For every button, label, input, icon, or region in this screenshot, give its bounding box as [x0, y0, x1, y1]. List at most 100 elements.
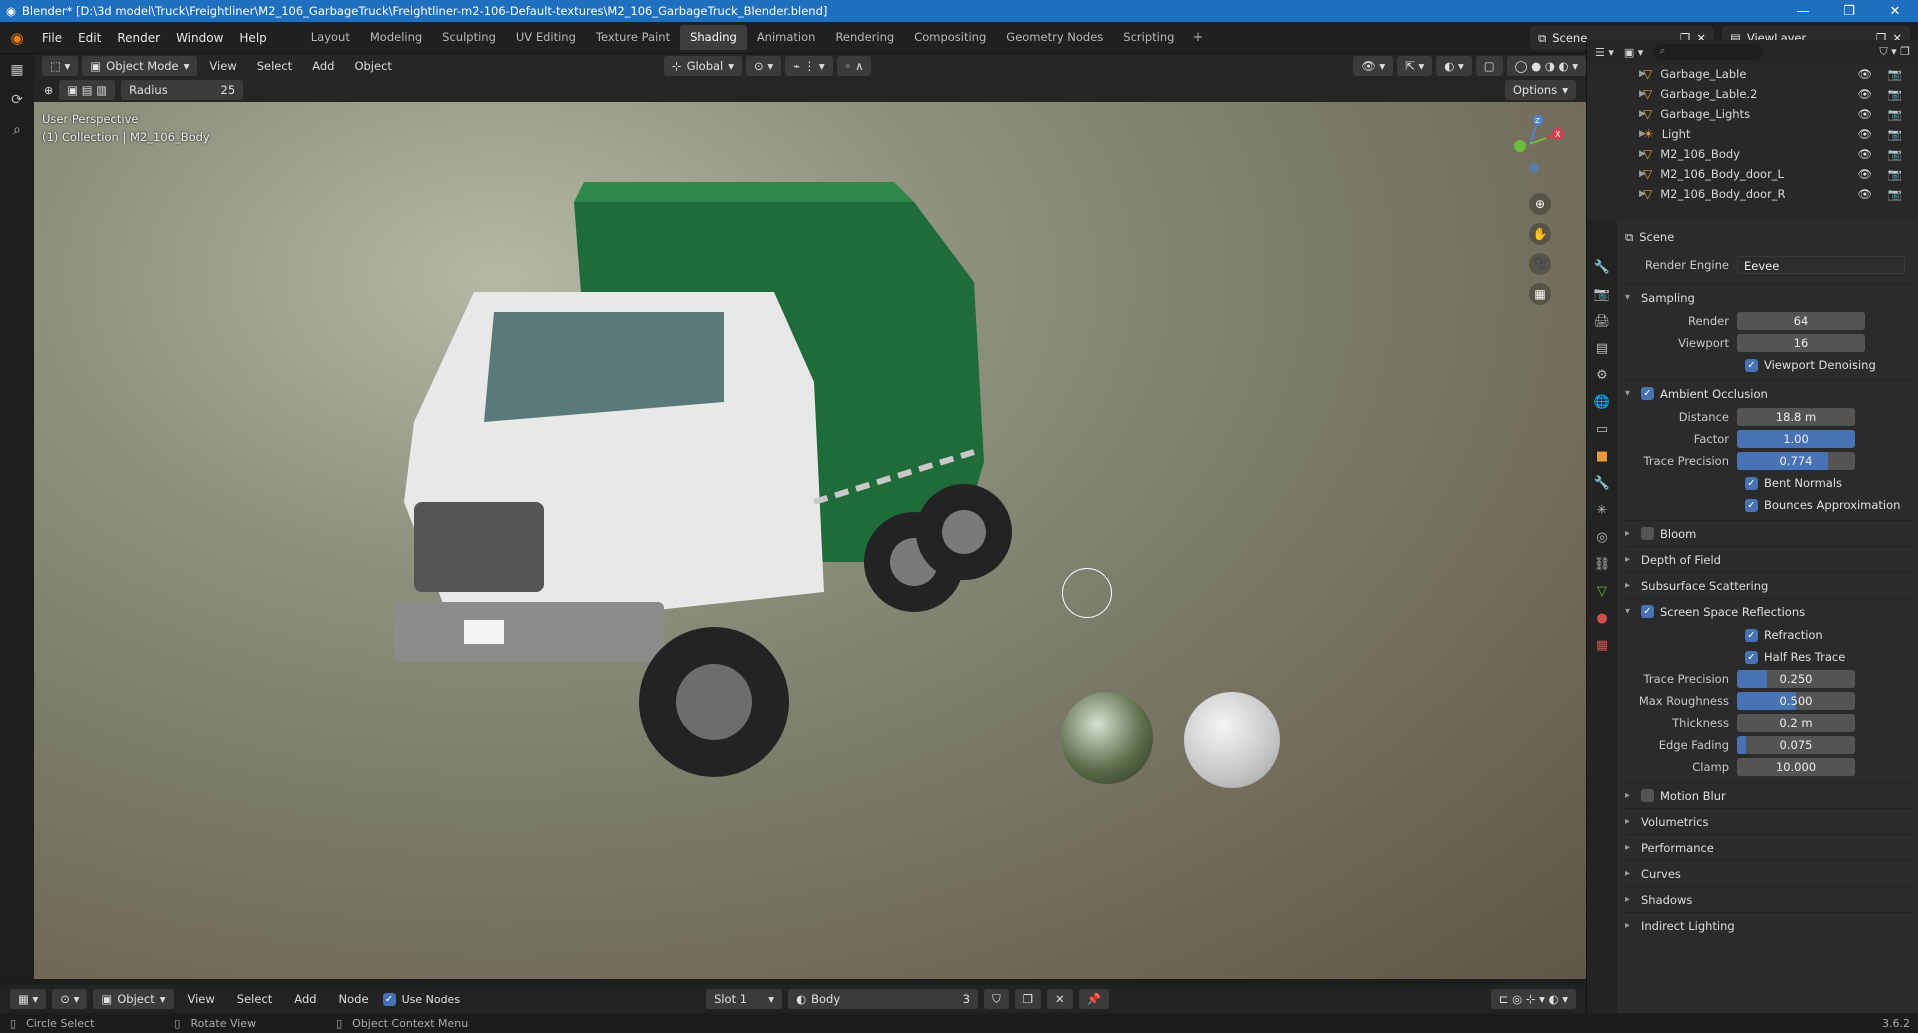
camera-view-icon[interactable]: 🎥 [1529, 253, 1551, 275]
visibility-icons[interactable]: 👁 📷 [1857, 67, 1908, 81]
menu-window[interactable]: Window [168, 31, 231, 45]
visibility-icons[interactable]: 👁 📷 [1857, 147, 1908, 161]
world-tab-icon[interactable]: 🌐 [1594, 395, 1610, 410]
slot-dropdown[interactable]: Slot 1 ▾ [706, 989, 783, 1009]
performance-panel-header[interactable]: ▸ Performance [1625, 834, 1915, 860]
filter-icon[interactable]: ⛉ ▾ ❐ [1879, 45, 1910, 59]
tab-animation[interactable]: Animation [747, 25, 826, 50]
tab-shading[interactable]: Shading [680, 25, 747, 50]
shading-modes[interactable]: ◯ ● ◑ ◐ ▾ [1506, 56, 1586, 76]
mode-dropdown[interactable]: ▣ Object Mode ▾ [82, 56, 198, 76]
tab-layout[interactable]: Layout [301, 25, 360, 50]
view-tool-icon[interactable]: ⟳ [11, 92, 23, 108]
tab-sculpting[interactable]: Sculpting [432, 25, 506, 50]
ssr-panel-header[interactable]: ▾ ✓ Screen Space Reflections [1625, 598, 1915, 624]
outliner-item[interactable]: ▶ ▽ Garbage_Lable 👁 📷 [1587, 64, 1918, 84]
ao-trace-slider[interactable]: 0.774 [1737, 452, 1855, 470]
menu-view[interactable]: View [201, 59, 244, 73]
shader-type-dropdown[interactable]: ⊙ ▾ [52, 989, 88, 1009]
sampling-viewport-field[interactable]: 16 [1737, 334, 1865, 352]
node-menu-select[interactable]: Select [229, 992, 280, 1006]
minimize-icon[interactable]: — [1780, 4, 1826, 19]
maximize-icon[interactable]: ❐ [1826, 4, 1872, 19]
physics-tab-icon[interactable]: ◎ [1596, 530, 1607, 545]
snap-toggle[interactable]: ⌁ ⋮ ▾ [785, 56, 833, 76]
tab-rendering[interactable]: Rendering [825, 25, 904, 50]
bounces-checkbox[interactable]: ✓ Bounces Approximation [1745, 498, 1900, 512]
curves-panel-header[interactable]: ▸ Curves [1625, 860, 1915, 886]
selection-mode-buttons[interactable]: ▣ ▤ ▥ [59, 80, 116, 100]
ortho-grid-icon[interactable]: ▦ [1529, 283, 1551, 305]
pin-icon[interactable]: 📌 [1078, 989, 1109, 1009]
shadows-panel-header[interactable]: ▸ Shadows [1625, 886, 1915, 912]
add-workspace-icon[interactable]: + [1184, 25, 1211, 50]
outliner-editor-icon[interactable]: ☰ ▾ [1595, 46, 1614, 59]
view-layer-tab-icon[interactable]: ▤ [1596, 341, 1608, 356]
overlay-toggle[interactable]: ◐ ▾ [1436, 56, 1472, 76]
zoom-icon[interactable]: ⊕ [1529, 193, 1551, 215]
display-mode-icon[interactable]: ▣ ▾ [1624, 46, 1643, 59]
visibility-dropdown[interactable]: 👁 ▾ [1353, 56, 1394, 76]
menu-edit[interactable]: Edit [70, 31, 109, 45]
shader-editor-type-button[interactable]: ▦ ▾ [10, 989, 47, 1009]
render-engine-dropdown[interactable]: Eevee [1737, 256, 1905, 274]
visibility-icons[interactable]: 👁 📷 [1857, 107, 1908, 121]
ao-panel-header[interactable]: ▾ ✓ Ambient Occlusion [1625, 380, 1915, 406]
half-res-checkbox[interactable]: ✓ Half Res Trace [1745, 650, 1845, 664]
indirect-lighting-panel-header[interactable]: ▸ Indirect Lighting [1625, 912, 1915, 938]
visibility-icons[interactable]: 👁 📷 [1857, 167, 1908, 181]
ao-distance-field[interactable]: 18.8 m [1737, 408, 1855, 426]
close-icon[interactable]: ✕ [1872, 4, 1918, 19]
tab-geometry-nodes[interactable]: Geometry Nodes [996, 25, 1113, 50]
viewport-denoising-checkbox[interactable]: ✓ Viewport Denoising [1745, 358, 1876, 372]
pivot-dropdown[interactable]: ⊙ ▾ [746, 56, 782, 76]
editor-type-icon[interactable]: ▦ [10, 62, 23, 78]
ssr-clamp-field[interactable]: 10.000 [1737, 758, 1855, 776]
axis-gizmo[interactable]: X Z [1500, 112, 1580, 182]
tool-tab-icon[interactable]: 🔧 [1594, 260, 1610, 275]
material-tab-icon[interactable]: ● [1596, 611, 1607, 626]
ao-checkbox[interactable]: ✓ Ambient Occlusion [1641, 387, 1768, 401]
ssr-checkbox[interactable]: ✓ Screen Space Reflections [1641, 605, 1805, 619]
material-selector[interactable]: ◐ Body 3 [788, 989, 979, 1009]
search-icon[interactable]: ⌕ [13, 122, 21, 138]
tab-texture-paint[interactable]: Texture Paint [586, 25, 680, 50]
texture-tab-icon[interactable]: ▦ [1596, 638, 1608, 653]
outliner-item[interactable]: ▶ ▽ Garbage_Lable.2 👁 📷 [1587, 84, 1918, 104]
ao-factor-slider[interactable]: 1.00 [1737, 430, 1855, 448]
scene-tab-icon[interactable]: ⚙ [1596, 368, 1608, 383]
collection-tab-icon[interactable]: ▭ [1596, 422, 1608, 437]
outliner-item[interactable]: ▶ ▽ M2_106_Body_door_L 👁 📷 [1587, 164, 1918, 184]
visibility-icons[interactable]: 👁 📷 [1857, 87, 1908, 101]
menu-help[interactable]: Help [231, 31, 274, 45]
options-dropdown[interactable]: Options ▾ [1504, 80, 1576, 100]
editor-type-button[interactable]: ⬚ ▾ [42, 56, 79, 76]
tab-compositing[interactable]: Compositing [904, 25, 996, 50]
data-tab-icon[interactable]: ▽ [1597, 584, 1607, 599]
menu-add[interactable]: Add [304, 59, 342, 73]
refraction-checkbox[interactable]: ✓ Refraction [1745, 628, 1823, 642]
fake-user-icon[interactable]: ⛉ [984, 989, 1009, 1009]
radius-field[interactable]: Radius 25 [121, 80, 244, 100]
ssr-fade-slider[interactable]: 0.075 [1737, 736, 1855, 754]
outliner-item[interactable]: ▶ ☀ Light 👁 📷 [1587, 124, 1918, 144]
visibility-icons[interactable]: 👁 📷 [1857, 127, 1908, 141]
ssr-thick-field[interactable]: 0.2 m [1737, 714, 1855, 732]
sss-panel-header[interactable]: ▸ Subsurface Scattering [1625, 572, 1915, 598]
outliner-item[interactable]: ▶ ▽ M2_106_Body 👁 📷 [1587, 144, 1918, 164]
xray-toggle[interactable]: ▢ [1475, 56, 1503, 76]
orientation-dropdown[interactable]: ⊹ Global ▾ [663, 56, 743, 76]
ssr-rough-slider[interactable]: 0.500 [1737, 692, 1855, 710]
node-menu-add[interactable]: Add [286, 992, 324, 1006]
menu-file[interactable]: File [34, 31, 70, 45]
blender-menu-icon[interactable]: ◉ [0, 29, 34, 47]
sampling-render-field[interactable]: 64 [1737, 312, 1865, 330]
bloom-checkbox[interactable]: Bloom [1641, 527, 1696, 541]
visibility-icons[interactable]: 👁 📷 [1857, 187, 1908, 201]
node-menu-node[interactable]: Node [331, 992, 377, 1006]
menu-select[interactable]: Select [249, 59, 300, 73]
outliner-item[interactable]: ▶ ▽ Garbage_Lights 👁 📷 [1587, 104, 1918, 124]
tab-modeling[interactable]: Modeling [360, 25, 432, 50]
dof-panel-header[interactable]: ▸ Depth of Field [1625, 546, 1915, 572]
3d-viewport[interactable]: User Perspective (1) Collection | M2_106… [34, 102, 1586, 979]
